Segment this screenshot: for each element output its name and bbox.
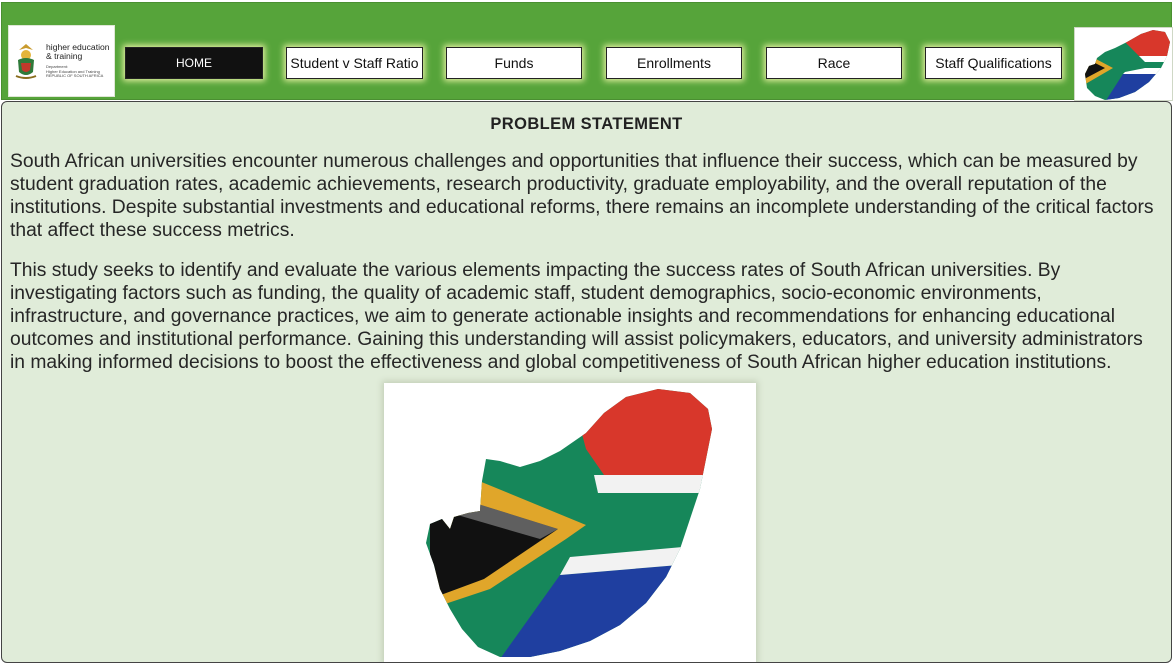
main-content: PROBLEM STATEMENT South African universi… [1,101,1172,663]
south-africa-flag-map-icon [1085,30,1170,100]
header-bar: higher education & training Department: … [1,2,1173,101]
department-logo[interactable]: higher education & training Department: … [8,25,115,97]
header-flag-map [1074,27,1173,101]
paragraph-2: This study seeks to identify and evaluat… [10,260,1143,373]
nav-home-button[interactable]: HOME [125,47,263,79]
page-heading: PROBLEM STATEMENT [490,115,683,133]
nav-enrollments-button[interactable]: Enrollments [606,47,742,79]
nav-funds-button[interactable]: Funds [446,47,582,79]
nav-student-staff-ratio-button[interactable]: Student v Staff Ratio [286,47,423,79]
logo-title: higher education & training [46,42,110,61]
nav-staff-qualifications-button[interactable]: Staff Qualifications [925,47,1062,79]
nav-race-button[interactable]: Race [766,47,902,79]
coat-of-arms-icon [15,44,37,79]
flag-map-image-card [384,383,756,662]
south-africa-flag-map-image [426,389,712,657]
paragraph-1: South African universities encounter num… [10,151,1154,241]
logo-subtitle: Department: Higher Education and Trainin… [46,64,104,79]
